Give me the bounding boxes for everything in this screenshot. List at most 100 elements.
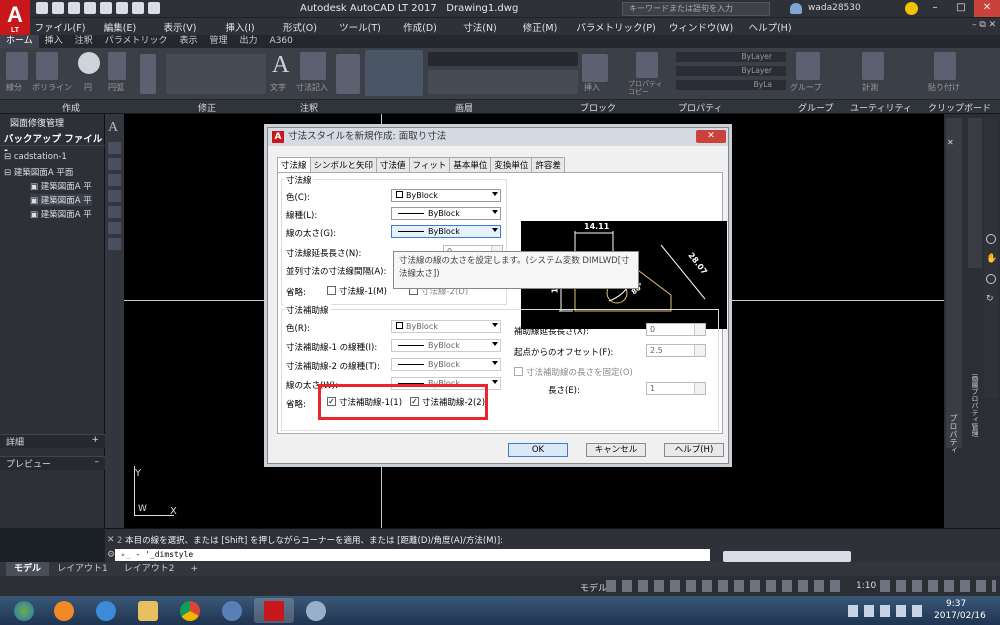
measure-icon[interactable] — [862, 52, 884, 80]
draw-small-tools[interactable] — [140, 54, 156, 94]
tab-layout1[interactable]: レイアウト1 — [49, 562, 116, 576]
layer-palette-strip[interactable] — [968, 118, 982, 268]
tab-output[interactable]: 出力 — [234, 35, 264, 48]
dialog-close-button[interactable]: ✕ — [696, 130, 726, 143]
explorer-button[interactable] — [128, 598, 168, 623]
tree-item-backup-2[interactable]: 建築図面A 平 — [41, 196, 92, 206]
ie-button[interactable] — [86, 598, 126, 623]
layer-dropdown[interactable] — [428, 52, 578, 66]
doc-window-controls[interactable]: – ⧉ ✕ — [972, 20, 996, 30]
dialog-title[interactable]: 寸法スタイルを新規作成: 面取り寸法 — [268, 128, 728, 146]
menu-dimension[interactable]: 寸法(N) — [450, 18, 510, 35]
tab-layout2[interactable]: レイアウト2 — [116, 562, 183, 576]
maximize-button[interactable]: □ — [948, 0, 974, 17]
fixed-length-checkbox[interactable] — [514, 367, 523, 376]
properties-tab[interactable]: プロパティ — [948, 414, 959, 454]
line-tool-icon[interactable] — [6, 52, 28, 80]
zoom-icon[interactable] — [986, 274, 996, 284]
palette-tool-icon[interactable] — [108, 190, 121, 202]
chrome-button[interactable] — [170, 598, 210, 623]
help-button[interactable]: ヘルプ(H) — [664, 443, 724, 457]
user-name[interactable]: wada28530 — [808, 3, 861, 13]
suppress-dimline1-checkbox[interactable] — [327, 286, 336, 295]
app-taskbar-button[interactable] — [296, 598, 336, 623]
collapse-icon[interactable]: – — [95, 457, 100, 467]
new-file-icon[interactable] — [36, 2, 48, 14]
tab-model[interactable]: モデル — [6, 562, 50, 576]
pan-icon[interactable]: ✋ — [986, 254, 997, 264]
model-space-toggle[interactable]: モデル — [580, 581, 607, 594]
palette-tool-icon[interactable] — [108, 222, 121, 234]
menu-window[interactable]: ウィンドウ(W) — [662, 18, 740, 35]
panel-draw[interactable]: 作成 — [62, 101, 80, 114]
menu-view[interactable]: 表示(V) — [150, 18, 210, 35]
menu-insert[interactable]: 挿入(I) — [210, 18, 270, 35]
minimize-button[interactable]: – — [922, 0, 948, 17]
tab-parametric[interactable]: パラメトリック — [99, 35, 174, 48]
autocad-taskbar-button[interactable] — [254, 598, 294, 623]
dimline-linetype-select[interactable]: ByBlock — [391, 207, 501, 220]
dimline-color-select[interactable]: ByBlock — [391, 189, 501, 202]
dimension-tool-icon[interactable] — [300, 52, 326, 80]
fixed-length-input[interactable]: 1 — [646, 382, 706, 395]
help-search-input[interactable]: キーワードまたは語句を入力 — [622, 2, 770, 16]
cancel-button[interactable]: キャンセル — [586, 443, 646, 457]
panel-utilities[interactable]: ユーティリティ — [850, 101, 912, 114]
panel-block[interactable]: ブロック — [580, 101, 616, 114]
layer-manager-tab[interactable]: 画層プロパティ管理 — [970, 374, 980, 437]
menu-format[interactable]: 形式(O) — [270, 18, 330, 35]
save-icon[interactable] — [68, 2, 80, 14]
panel-annotate[interactable]: 注釈 — [300, 101, 318, 114]
annotation-small-tools[interactable] — [336, 54, 360, 94]
undo-icon[interactable] — [132, 2, 144, 14]
plot-icon[interactable] — [116, 2, 128, 14]
menu-edit[interactable]: 編集(E) — [90, 18, 150, 35]
close-icon[interactable]: ✕ — [947, 138, 954, 147]
steering-wheel-icon[interactable] — [986, 234, 996, 244]
panel-modify[interactable]: 修正 — [198, 101, 216, 114]
palette-tool-icon[interactable] — [108, 206, 121, 218]
ok-button[interactable]: OK — [508, 443, 568, 457]
tab-insert[interactable]: 挿入 — [39, 35, 69, 48]
layer-properties-button[interactable] — [365, 50, 423, 96]
tab-a360[interactable]: A360 — [264, 35, 299, 48]
polyline-tool-icon[interactable] — [36, 52, 58, 80]
redo-icon[interactable] — [148, 2, 160, 14]
modify-tools-group[interactable] — [166, 54, 266, 94]
palette-tool-icon[interactable] — [108, 238, 121, 250]
circle-tool-icon[interactable] — [78, 52, 100, 74]
wrench-icon[interactable]: ⚙ — [107, 550, 115, 560]
ext-beyond-input[interactable]: 0 — [646, 323, 706, 336]
text-style-icon[interactable]: A — [108, 120, 118, 136]
panel-groups[interactable]: グループ — [798, 101, 833, 114]
color-dropdown[interactable]: ByLayer — [676, 52, 786, 62]
dimline-lineweight-select[interactable]: ByBlock — [391, 225, 501, 238]
ext-color-select[interactable]: ByBlock — [391, 320, 501, 333]
paste-icon[interactable] — [934, 52, 956, 80]
save-as-icon[interactable] — [84, 2, 96, 14]
autocad-app-logo[interactable]: A LT — [0, 0, 30, 36]
panel-layers[interactable]: 画層 — [455, 101, 473, 114]
user-icon[interactable] — [790, 3, 802, 14]
ext-lt2-select[interactable]: ByBlock — [391, 358, 501, 371]
tab-manage[interactable]: 管理 — [204, 35, 234, 48]
insert-block-icon[interactable] — [582, 54, 608, 82]
orbit-icon[interactable]: ↻ — [986, 294, 994, 304]
media-player-button[interactable] — [44, 598, 84, 623]
print-icon[interactable] — [100, 2, 112, 14]
tree-collapse-icon[interactable]: ⊟ — [4, 168, 14, 178]
details-section[interactable]: 詳細 + — [0, 434, 105, 448]
tree-item-cadstation[interactable]: cadstation-1 — [14, 152, 67, 162]
arc-tool-icon[interactable] — [108, 52, 126, 80]
drafting-toggles[interactable] — [606, 580, 846, 592]
layer-tools[interactable] — [428, 70, 578, 94]
clock-date[interactable]: 2017/02/16 — [934, 611, 986, 621]
language-bar[interactable] — [723, 551, 851, 562]
add-layout-button[interactable]: + — [182, 562, 206, 576]
thunderbird-button[interactable] — [212, 598, 252, 623]
backup-files-header[interactable]: バックアップ ファイル - — [0, 131, 105, 156]
tree-item-backup-1[interactable]: 建築図面A 平 — [41, 182, 92, 192]
menu-parametric[interactable]: パラメトリック(P) — [570, 18, 662, 35]
menu-help[interactable]: ヘルプ(H) — [740, 18, 800, 35]
palette-tool-icon[interactable] — [108, 174, 121, 186]
